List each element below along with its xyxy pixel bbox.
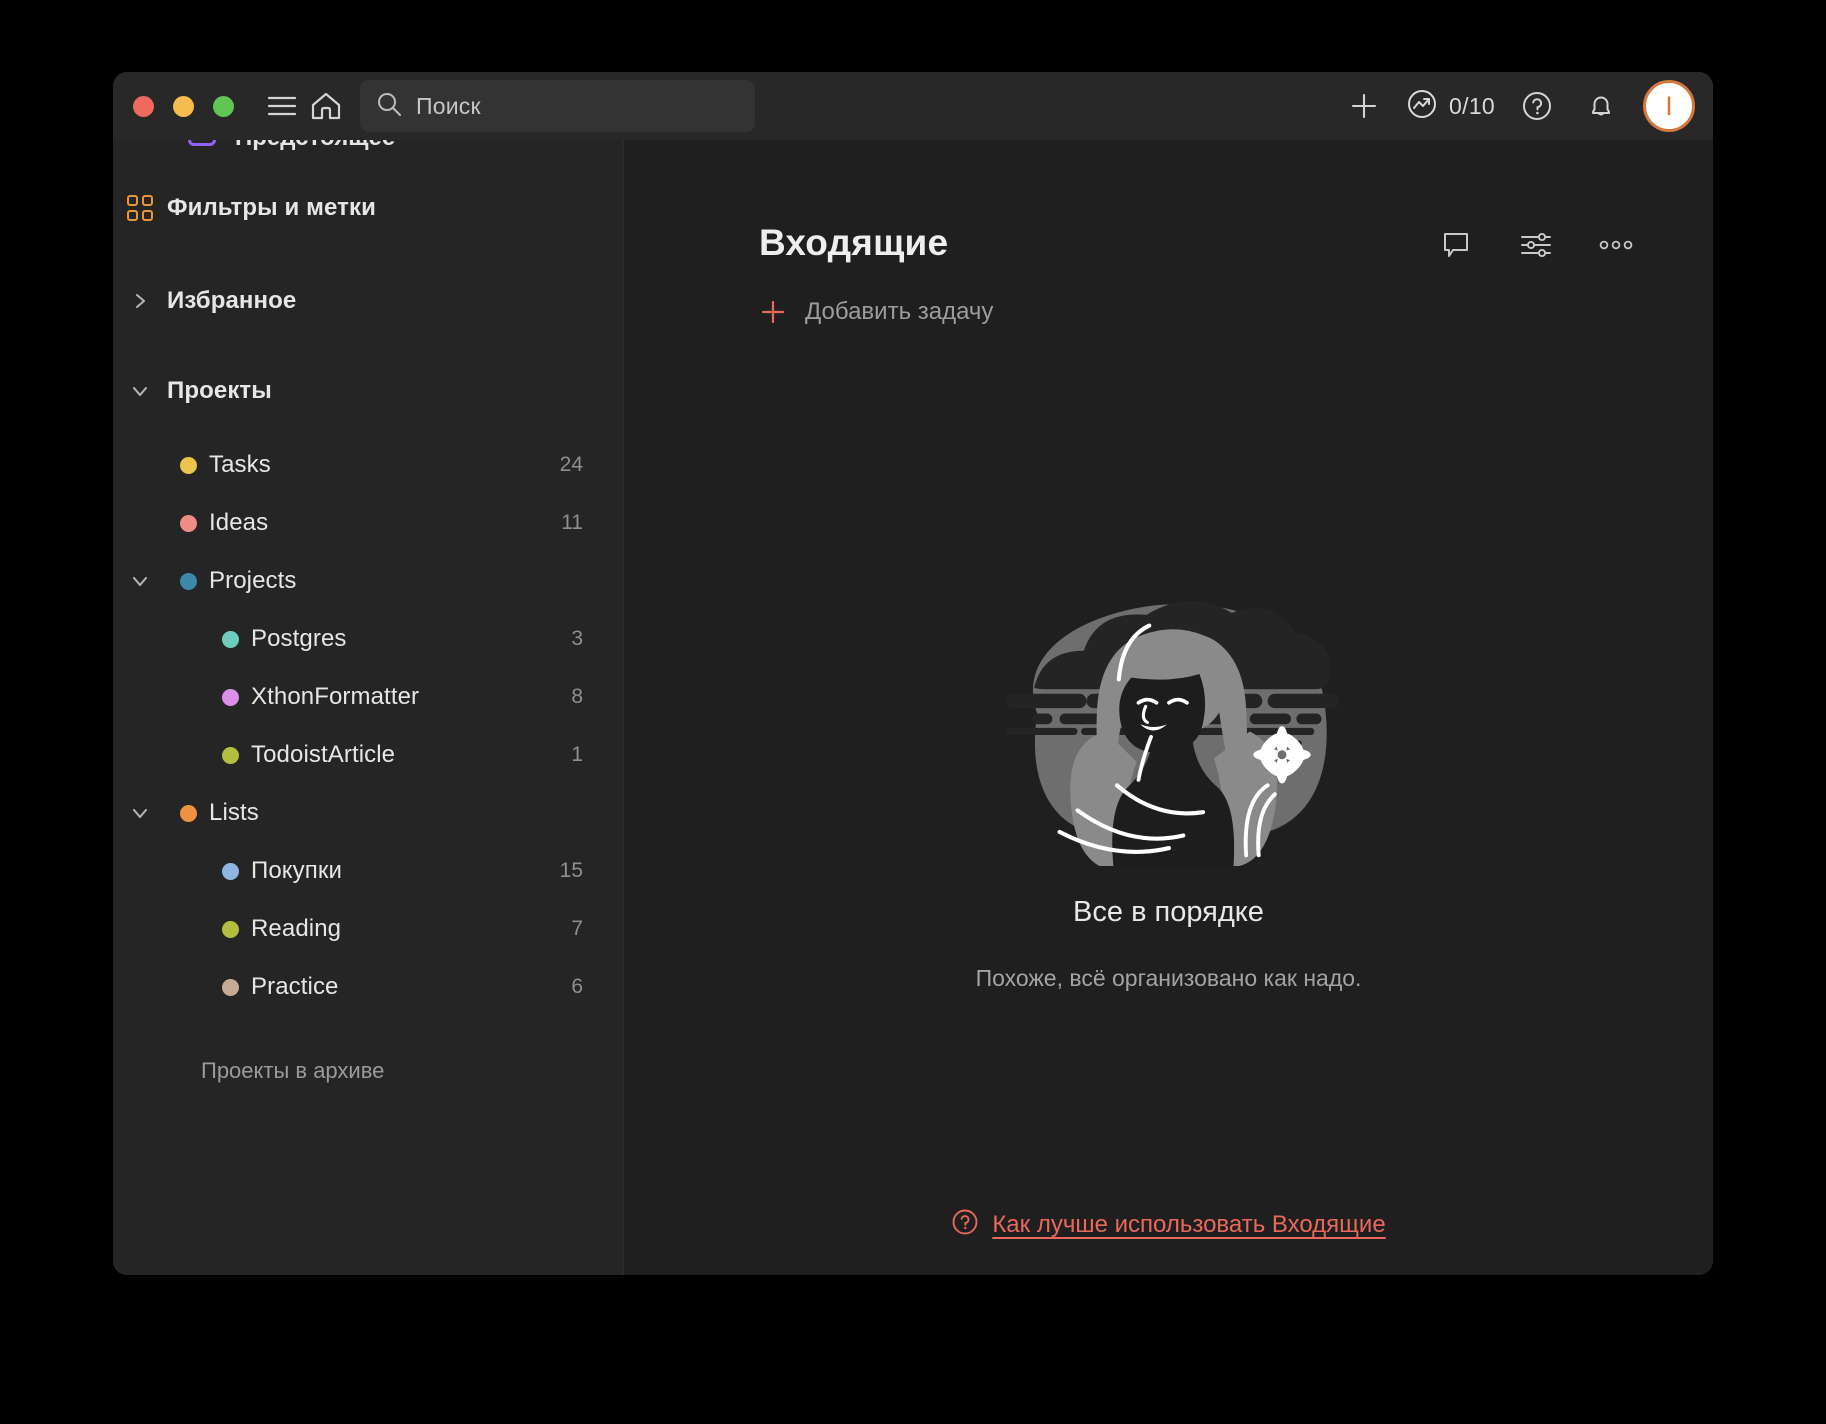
project-color-dot bbox=[209, 746, 251, 764]
sidebar-section-projects[interactable]: Проекты bbox=[113, 362, 623, 420]
sidebar-item-label: Фильтры и метки bbox=[167, 194, 376, 221]
inbox-help-link[interactable]: Как лучше использовать Входящие bbox=[624, 1208, 1713, 1241]
sidebar-project-postgres[interactable]: Postgres 3 bbox=[113, 610, 623, 668]
search-placeholder: Поиск bbox=[416, 92, 481, 119]
sidebar-section-favorites[interactable]: Избранное bbox=[113, 272, 623, 330]
sidebar-project-todoistarticle[interactable]: TodoistArticle 1 bbox=[113, 726, 623, 784]
productivity-button[interactable]: 0/10 bbox=[1406, 88, 1495, 125]
empty-state-subtext: Похоже, всё организовано как надо. bbox=[975, 965, 1362, 991]
project-color-dot bbox=[209, 630, 251, 648]
project-color-dot bbox=[167, 514, 209, 532]
sidebar-project-projects[interactable]: Projects bbox=[113, 552, 623, 610]
chevron-down-icon[interactable] bbox=[113, 382, 167, 400]
question-circle-icon[interactable] bbox=[1515, 84, 1559, 128]
sidebar-project-practice[interactable]: Practice 6 bbox=[113, 958, 623, 1016]
sidebar-project-count: 24 bbox=[559, 453, 583, 476]
sidebar-project-xthonformatter[interactable]: XthonFormatter 8 bbox=[113, 668, 623, 726]
comment-bubble-icon[interactable] bbox=[1439, 228, 1473, 262]
sidebar-item-label: Предстоящее bbox=[235, 140, 395, 152]
sidebar-project-label: Projects bbox=[209, 567, 297, 594]
sidebar-section-label: Избранное bbox=[167, 287, 297, 314]
app-window: Поиск 0/10 I Фильтры и метки Избранное П… bbox=[113, 72, 1713, 1275]
question-circle-icon bbox=[951, 1208, 979, 1241]
sidebar: Предстоящее Фильтры и метки Избранное bbox=[113, 140, 624, 1275]
productivity-count: 0/10 bbox=[1449, 92, 1495, 119]
grid-icon bbox=[113, 195, 167, 221]
add-task-label: Добавить задачу bbox=[805, 298, 994, 325]
sidebar-archived-projects-link[interactable]: Проекты в архиве bbox=[113, 1058, 623, 1084]
chevron-right-icon[interactable] bbox=[113, 292, 167, 310]
sidebar-project-label: TodoistArticle bbox=[251, 741, 396, 768]
calendar-icon bbox=[188, 140, 216, 146]
sidebar-project-count: 15 bbox=[559, 859, 583, 882]
bell-icon[interactable] bbox=[1579, 84, 1623, 128]
sidebar-project-покупки[interactable]: Покупки 15 bbox=[113, 842, 623, 900]
sidebar-project-reading[interactable]: Reading 7 bbox=[113, 900, 623, 958]
maximize-window-button[interactable] bbox=[213, 95, 234, 117]
project-color-dot bbox=[167, 572, 209, 590]
sidebar-project-label: Покупки bbox=[251, 857, 342, 884]
sidebar-project-label: Practice bbox=[251, 973, 339, 1000]
chevron-down-icon[interactable] bbox=[113, 804, 167, 822]
sidebar-project-list: Tasks 24 Ideas 11 Projects Postgres 3 XthonForm… bbox=[113, 436, 623, 1016]
empty-state: Все в порядке Похоже, всё организовано к… bbox=[624, 570, 1713, 992]
more-horizontal-icon[interactable] bbox=[1599, 228, 1633, 262]
project-color-dot bbox=[167, 804, 209, 822]
minimize-window-button[interactable] bbox=[173, 95, 194, 117]
avatar[interactable]: I bbox=[1643, 80, 1695, 132]
chevron-down-icon[interactable] bbox=[113, 572, 167, 590]
sidebar-item-filters-and-labels[interactable]: Фильтры и метки bbox=[113, 176, 623, 240]
home-icon[interactable] bbox=[304, 84, 348, 128]
sidebar-project-count: 1 bbox=[571, 743, 583, 766]
main-content: Входящие Добавить задачу Все в порядке П… bbox=[624, 140, 1713, 1275]
project-color-dot bbox=[209, 862, 251, 880]
woman-with-flower-illustration bbox=[973, 570, 1365, 871]
title-bar-actions: 0/10 I bbox=[1342, 80, 1695, 132]
close-window-button[interactable] bbox=[133, 95, 154, 117]
sidebar-project-label: Ideas bbox=[209, 509, 269, 536]
sidebar-project-ideas[interactable]: Ideas 11 bbox=[113, 494, 623, 552]
sidebar-project-count: 11 bbox=[561, 511, 583, 534]
window-controls bbox=[133, 95, 234, 117]
page-actions bbox=[1439, 222, 1633, 262]
app-body: Предстоящее Фильтры и метки Избранное bbox=[113, 140, 1713, 1275]
main-header: Входящие bbox=[684, 140, 1653, 264]
add-task-button[interactable]: Добавить задачу bbox=[684, 298, 1653, 326]
sidebar-section-label: Проекты bbox=[167, 377, 272, 404]
plus-icon bbox=[759, 298, 787, 326]
project-color-dot bbox=[209, 978, 251, 996]
search-icon bbox=[376, 91, 402, 122]
page-title: Входящие bbox=[759, 222, 949, 263]
hamburger-icon[interactable] bbox=[260, 84, 304, 128]
sidebar-project-count: 3 bbox=[571, 627, 583, 650]
inbox-help-link-label: Как лучше использовать Входящие bbox=[992, 1210, 1386, 1238]
add-task-quick-button[interactable] bbox=[1342, 84, 1386, 128]
sidebar-project-count: 7 bbox=[571, 917, 583, 940]
trending-up-icon bbox=[1406, 88, 1438, 125]
sliders-icon[interactable] bbox=[1519, 228, 1553, 262]
sidebar-project-count: 8 bbox=[571, 685, 583, 708]
sidebar-project-label: Reading bbox=[251, 915, 342, 942]
sidebar-project-lists[interactable]: Lists bbox=[113, 784, 623, 842]
project-color-dot bbox=[209, 688, 251, 706]
sidebar-project-tasks[interactable]: Tasks 24 bbox=[113, 436, 623, 494]
sidebar-project-label: Postgres bbox=[251, 625, 347, 652]
title-bar: Поиск 0/10 I bbox=[113, 72, 1713, 140]
search-input[interactable]: Поиск bbox=[360, 80, 755, 132]
empty-state-heading: Все в порядке bbox=[1073, 896, 1264, 928]
project-color-dot bbox=[209, 920, 251, 938]
sidebar-project-label: Lists bbox=[209, 799, 259, 826]
sidebar-project-count: 6 bbox=[571, 975, 583, 998]
sidebar-item-upcoming-partial[interactable]: Предстоящее bbox=[113, 140, 623, 154]
project-color-dot bbox=[167, 456, 209, 474]
sidebar-project-label: XthonFormatter bbox=[251, 683, 420, 710]
sidebar-project-label: Tasks bbox=[209, 451, 271, 478]
